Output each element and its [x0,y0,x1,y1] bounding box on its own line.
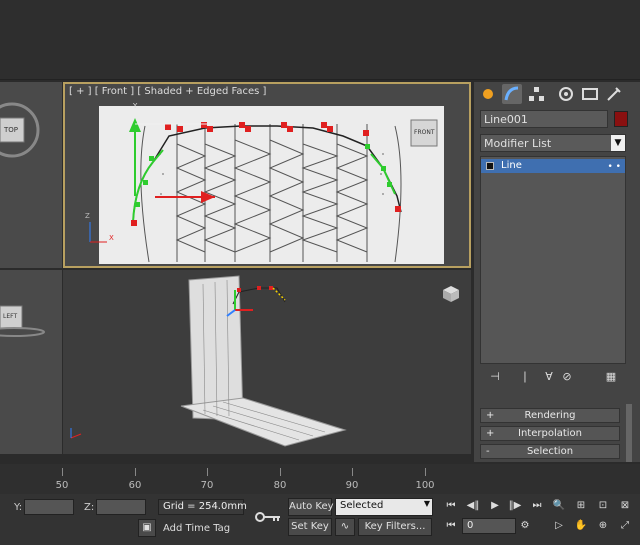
orbit-icon[interactable]: ⊕ [594,518,612,534]
rollout-selection[interactable]: - Selection [480,444,620,459]
viewcube-left-label: LEFT [3,313,18,320]
key-filters-button[interactable]: Key Filters... [358,518,432,536]
time-tag-icon[interactable]: ▣ [138,519,156,537]
stack-item-label: Line [501,160,522,171]
add-time-tag-label[interactable]: Add Time Tag [163,523,230,534]
modifier-list-dropdown[interactable]: Modifier List ▼ [480,134,626,152]
key-selection-dropdown[interactable]: Selected ▼ [335,498,433,516]
timeline-tick [280,468,281,476]
rollout-interpolation-label: Interpolation [518,428,582,439]
pan-view-icon[interactable]: ✋ [572,518,590,534]
command-panel-tabs [474,82,640,106]
panel-scrollbar[interactable] [626,404,632,462]
y-coord-field[interactable] [24,499,74,515]
timeline-label: 80 [273,480,287,491]
field-of-view-icon[interactable]: ▷ [550,518,568,534]
timeline-label: 100 [415,480,435,491]
rollout-rendering-sign: + [486,410,495,421]
rollout-rendering-label: Rendering [524,410,576,421]
timeline-label: 50 [55,480,69,491]
timeline-label: 60 [128,480,142,491]
time-config-icon[interactable]: ⚙ [516,518,534,534]
stack-item-line[interactable]: Line • • [481,159,625,173]
curve-editor-icon[interactable]: ∿ [335,518,355,536]
object-name-field[interactable]: Line001 [480,110,608,128]
remove-modifier-icon[interactable]: ⊘ [558,368,576,386]
modify-tab-icon[interactable] [502,84,522,104]
viewcube-top[interactable] [0,82,62,268]
current-frame-field[interactable]: 0 [462,518,516,534]
zoom-extents-icon[interactable]: ⊡ [594,498,612,514]
timeline-tick [135,468,136,476]
stack-toolbar: ⊣ ❘ ∀ ⊘ ▦ [480,368,630,386]
object-color-swatch[interactable] [614,111,628,127]
go-to-start-icon[interactable]: ⏮ [442,498,460,514]
previous-frame-icon[interactable]: ◀‖ [464,498,482,514]
status-bar: Y: Z: Grid = 254.0mm ▣ Add Time Tag Auto… [0,494,640,545]
zoom-all-icon[interactable]: ⊞ [572,498,590,514]
zoom-icon[interactable]: 🔍 [550,498,568,514]
axis-tripod-z-label: Z [85,212,90,220]
rollout-selection-sign: - [486,446,490,457]
y-coord-label: Y: [14,502,23,513]
pin-stack-icon[interactable]: ⊣ [486,368,504,386]
viewport-left[interactable]: LEFT [0,270,62,454]
axis-tripod-x-label: X [109,234,114,242]
timeline-tick [62,468,63,476]
auto-key-button[interactable]: Auto Key [288,498,334,516]
stack-item-dots: • • [607,162,621,172]
motion-tab-icon[interactable] [556,84,576,104]
key-selection-value: Selected [340,500,384,511]
rollout-rendering[interactable]: + Rendering [480,408,620,423]
viewcube-front-label: FRONT [414,129,435,136]
viewport-front[interactable]: [ + ] [ Front ] [ Shaded + Edged Faces ] [63,82,471,268]
timeline-label: 90 [345,480,359,491]
key-mode-icon[interactable] [254,508,284,526]
rollout-selection-label: Selection [526,446,574,457]
make-unique-icon[interactable]: ∀ [540,368,558,386]
timeline-tick [352,468,353,476]
viewcube-perspective [443,286,459,302]
z-coord-label: Z: [84,502,95,513]
front-viewport-canvas[interactable] [65,84,469,266]
utilities-tab-icon[interactable] [604,84,624,104]
viewcube-top-label: TOP [4,126,19,134]
main-toolbar-area [0,0,640,80]
set-key-button[interactable]: Set Key [288,518,332,536]
timeline-tick [207,468,208,476]
rollout-interpolation[interactable]: + Interpolation [480,426,620,441]
maximize-viewport-icon[interactable]: ⤢ [616,518,634,534]
timeline-label: 70 [200,480,214,491]
z-coord-field[interactable] [96,499,146,515]
hierarchy-tab-icon[interactable] [526,84,546,104]
modifier-stack[interactable]: Line • • [480,156,626,364]
dropdown-arrow-icon: ▼ [423,499,430,508]
rollout-interpolation-sign: + [486,428,495,439]
gizmo-y-label: Y [133,102,138,110]
viewport-top[interactable]: TOP [0,82,62,268]
configure-modifier-sets-icon[interactable]: ▦ [602,368,620,386]
create-tab-icon[interactable] [478,84,498,104]
tire-mesh-floor [180,397,347,447]
command-panel: Line001 Modifier List ▼ Line • • ⊣ ❘ ∀ ⊘… [474,82,640,462]
timeline[interactable]: 50 60 70 80 90 100 [0,464,640,494]
modifier-list-label: Modifier List [484,137,552,150]
play-icon[interactable]: ▶ [486,498,504,514]
expand-icon[interactable] [486,162,494,170]
next-frame-icon[interactable]: ‖▶ [506,498,524,514]
axis-tripod-perspective [70,428,82,439]
viewcube-left[interactable] [0,270,62,454]
go-to-end-icon[interactable]: ⏭ [528,498,546,514]
perspective-canvas[interactable] [63,270,471,454]
key-mode-toggle-icon[interactable]: ⏮ [442,518,460,534]
grid-size-readout: Grid = 254.0mm [158,499,247,515]
dropdown-arrow-icon[interactable]: ▼ [611,135,625,151]
zoom-extents-all-icon[interactable]: ⊠ [616,498,634,514]
display-tab-icon[interactable] [580,84,600,104]
timeline-tick [425,468,426,476]
viewport-perspective[interactable] [63,270,471,454]
show-end-result-icon[interactable]: ❘ [516,368,534,386]
